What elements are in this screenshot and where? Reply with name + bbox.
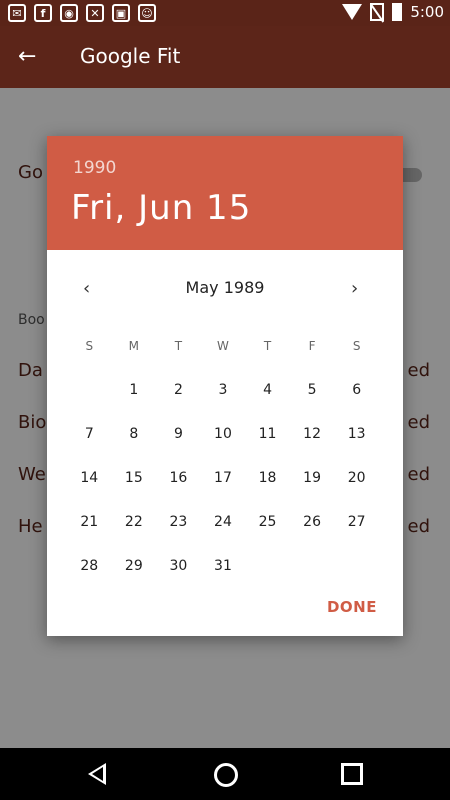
calendar-day[interactable]: 20 xyxy=(334,470,379,486)
weekday-label: S xyxy=(352,339,361,353)
status-time: 5:00 xyxy=(410,3,444,21)
calendar-day[interactable]: 26 xyxy=(290,514,335,530)
calendar-day[interactable]: 11 xyxy=(245,426,290,442)
header-date[interactable]: Fri, Jun 15 xyxy=(71,188,251,228)
weekday-header-row: S M T W T F S xyxy=(67,324,379,368)
wifi-icon xyxy=(342,4,363,20)
android-icon: ☺ xyxy=(138,4,156,22)
calendar-week-row: 28 29 30 31 xyxy=(67,544,379,588)
weekday-label: F xyxy=(308,339,316,353)
no-sim-icon xyxy=(370,3,385,21)
calendar-day[interactable]: 30 xyxy=(156,558,201,574)
calendar-day[interactable]: 8 xyxy=(112,426,157,442)
calendar-day[interactable]: 23 xyxy=(156,514,201,530)
calendar-day[interactable]: 12 xyxy=(290,426,335,442)
calendar-day[interactable]: 4 xyxy=(245,382,290,398)
weekday-label: W xyxy=(217,339,229,353)
calendar-day[interactable]: 31 xyxy=(201,558,246,574)
calendar-day[interactable]: 15 xyxy=(112,470,157,486)
calendar-day[interactable]: 2 xyxy=(156,382,201,398)
calendar-week-row: 123456 xyxy=(67,368,379,412)
weekday-label: T xyxy=(263,339,272,353)
recent-apps-icon[interactable] xyxy=(341,763,363,785)
facebook-icon: f xyxy=(34,4,52,22)
calendar-day[interactable]: 29 xyxy=(112,558,157,574)
calendar-day[interactable]: 14 xyxy=(67,470,112,486)
header-year[interactable]: 1990 xyxy=(73,158,116,178)
home-icon[interactable] xyxy=(214,763,238,787)
next-month-icon[interactable]: › xyxy=(351,278,358,299)
calendar-day[interactable]: 19 xyxy=(290,470,335,486)
calendar-day[interactable]: 3 xyxy=(201,382,246,398)
dash-icon: ◉ xyxy=(60,4,78,22)
calendar-day[interactable]: 7 xyxy=(67,426,112,442)
calendar-week-row: 7 8 9 10 11 12 13 xyxy=(67,412,379,456)
done-button[interactable]: DONE xyxy=(327,598,377,616)
app-title: Google Fit xyxy=(80,44,181,68)
date-picker-dialog: 1990 Fri, Jun 15 ‹ May 1989 › S M T W T … xyxy=(47,136,403,636)
calendar-day[interactable]: 22 xyxy=(112,514,157,530)
month-year-label: May 1989 xyxy=(185,278,265,297)
weekday-label: T xyxy=(174,339,183,353)
lock-icon: ▣ xyxy=(112,4,130,22)
battery-icon xyxy=(392,3,403,21)
calendar-day[interactable]: 5 xyxy=(290,382,335,398)
mail-icon: ✉ xyxy=(8,4,26,22)
calendar-day[interactable]: 13 xyxy=(334,426,379,442)
calendar-day[interactable]: 25 xyxy=(245,514,290,530)
calendar-day[interactable]: 6 xyxy=(334,382,379,398)
date-picker-header: 1990 Fri, Jun 15 xyxy=(47,136,403,250)
calendar-day[interactable]: 10 xyxy=(201,426,246,442)
calendar-day[interactable]: 16 xyxy=(156,470,201,486)
calendar-day[interactable]: 21 xyxy=(67,514,112,530)
navigation-bar xyxy=(0,748,450,800)
calendar-day[interactable]: 18 xyxy=(245,470,290,486)
back-icon[interactable] xyxy=(88,763,106,785)
wrench-icon: ✕ xyxy=(86,4,104,22)
weekday-label: M xyxy=(128,339,140,353)
status-bar: ✉ f ◉ ✕ ▣ ☺ 5:00 xyxy=(0,0,450,26)
calendar-week-row: 14 15 16 17 18 19 20 xyxy=(67,456,379,500)
app-bar: ← Google Fit xyxy=(0,26,450,88)
back-arrow-icon[interactable]: ← xyxy=(18,46,36,68)
calendar-grid: S M T W T F S 1 2 3 4 5 6 7 8 9 10 11 12 13 14 15 16 17 1… xyxy=(67,324,379,588)
calendar-day[interactable]: 17 xyxy=(201,470,246,486)
calendar-day[interactable]: 9 xyxy=(156,426,201,442)
calendar-day[interactable]: 27 xyxy=(334,514,379,530)
calendar-day[interactable]: 24 xyxy=(201,514,246,530)
calendar-day[interactable]: 28 xyxy=(67,558,112,574)
weekday-label: S xyxy=(85,339,94,353)
calendar-week-row: 21 22 23 24 25 26 27 xyxy=(67,500,379,544)
calendar-day[interactable]: 1 xyxy=(112,382,157,398)
